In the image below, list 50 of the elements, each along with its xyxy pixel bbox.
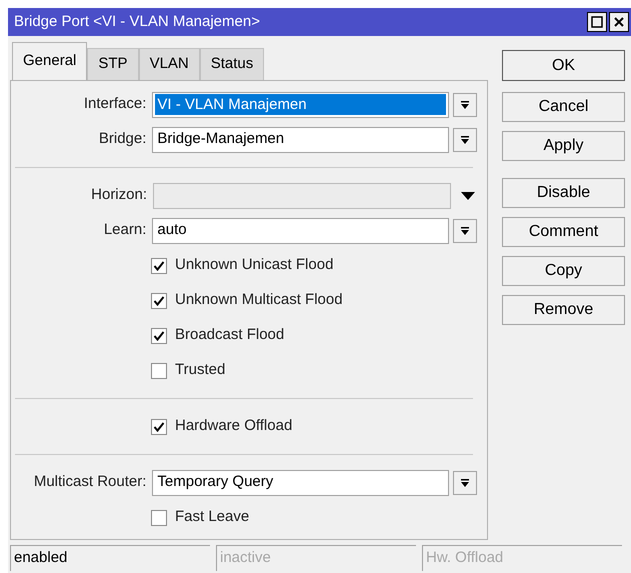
action-button[interactable]: Disable — [502, 178, 625, 208]
action-button[interactable]: OK — [502, 50, 625, 81]
dropdown-icon — [460, 134, 470, 144]
maximize-icon — [591, 16, 603, 28]
select-field[interactable]: VI - VLAN Manajemen — [152, 92, 450, 118]
checkbox-label: Fast Leave — [175, 507, 250, 528]
action-button[interactable]: Comment — [502, 217, 625, 247]
checkbox[interactable] — [151, 362, 167, 378]
status-field: Hw. Offload — [422, 545, 622, 571]
field-label: Learn: — [102, 220, 148, 240]
select-field[interactable]: Bridge-Manajemen — [152, 126, 450, 152]
field-label: Interface: — [82, 94, 148, 114]
action-button[interactable]: Remove — [502, 295, 625, 325]
checkbox[interactable] — [151, 418, 167, 434]
select-field[interactable]: Temporary Query — [152, 470, 450, 496]
checkbox-label: Unknown Multicast Flood — [175, 290, 343, 310]
status-field: enabled — [10, 545, 210, 571]
checkbox[interactable] — [151, 510, 167, 526]
action-button[interactable]: Apply — [502, 131, 625, 161]
window-title: Bridge Port <VI - VLAN Manajemen> — [14, 12, 260, 32]
close-icon — [613, 16, 625, 28]
checkbox-label: Broadcast Flood — [175, 325, 284, 346]
dropdown-button[interactable] — [453, 218, 477, 242]
checkbox[interactable] — [151, 292, 167, 308]
dropdown-button[interactable] — [453, 92, 477, 116]
dropdown-button[interactable] — [453, 470, 477, 494]
checkbox-label: Hardware Offload — [175, 416, 292, 436]
tab[interactable]: VLAN — [138, 48, 200, 80]
status-field: inactive — [216, 545, 416, 571]
field-label: Multicast Router: — [32, 472, 148, 492]
dropdown-icon — [460, 478, 470, 488]
action-button[interactable]: Copy — [502, 256, 625, 286]
tab[interactable]: STP — [87, 48, 139, 80]
checkbox-label: Trusted — [175, 360, 226, 380]
input-field[interactable] — [153, 182, 451, 208]
expand-triangle-icon[interactable] — [461, 192, 475, 200]
dropdown-icon — [460, 100, 470, 110]
maximize-button[interactable] — [587, 12, 607, 32]
tab[interactable]: Status — [200, 48, 264, 80]
checkbox[interactable] — [151, 258, 167, 274]
field-label: Bridge: — [98, 129, 148, 150]
field-label: Horizon: — [90, 185, 148, 206]
dropdown-icon — [460, 226, 470, 236]
dropdown-button[interactable] — [453, 128, 477, 152]
action-button[interactable]: Cancel — [502, 92, 625, 122]
select-field[interactable]: auto — [152, 218, 450, 244]
tab[interactable]: General — [12, 42, 88, 80]
checkbox-label: Unknown Unicast Flood — [175, 255, 334, 276]
checkbox[interactable] — [151, 328, 167, 344]
close-button[interactable] — [609, 12, 629, 32]
